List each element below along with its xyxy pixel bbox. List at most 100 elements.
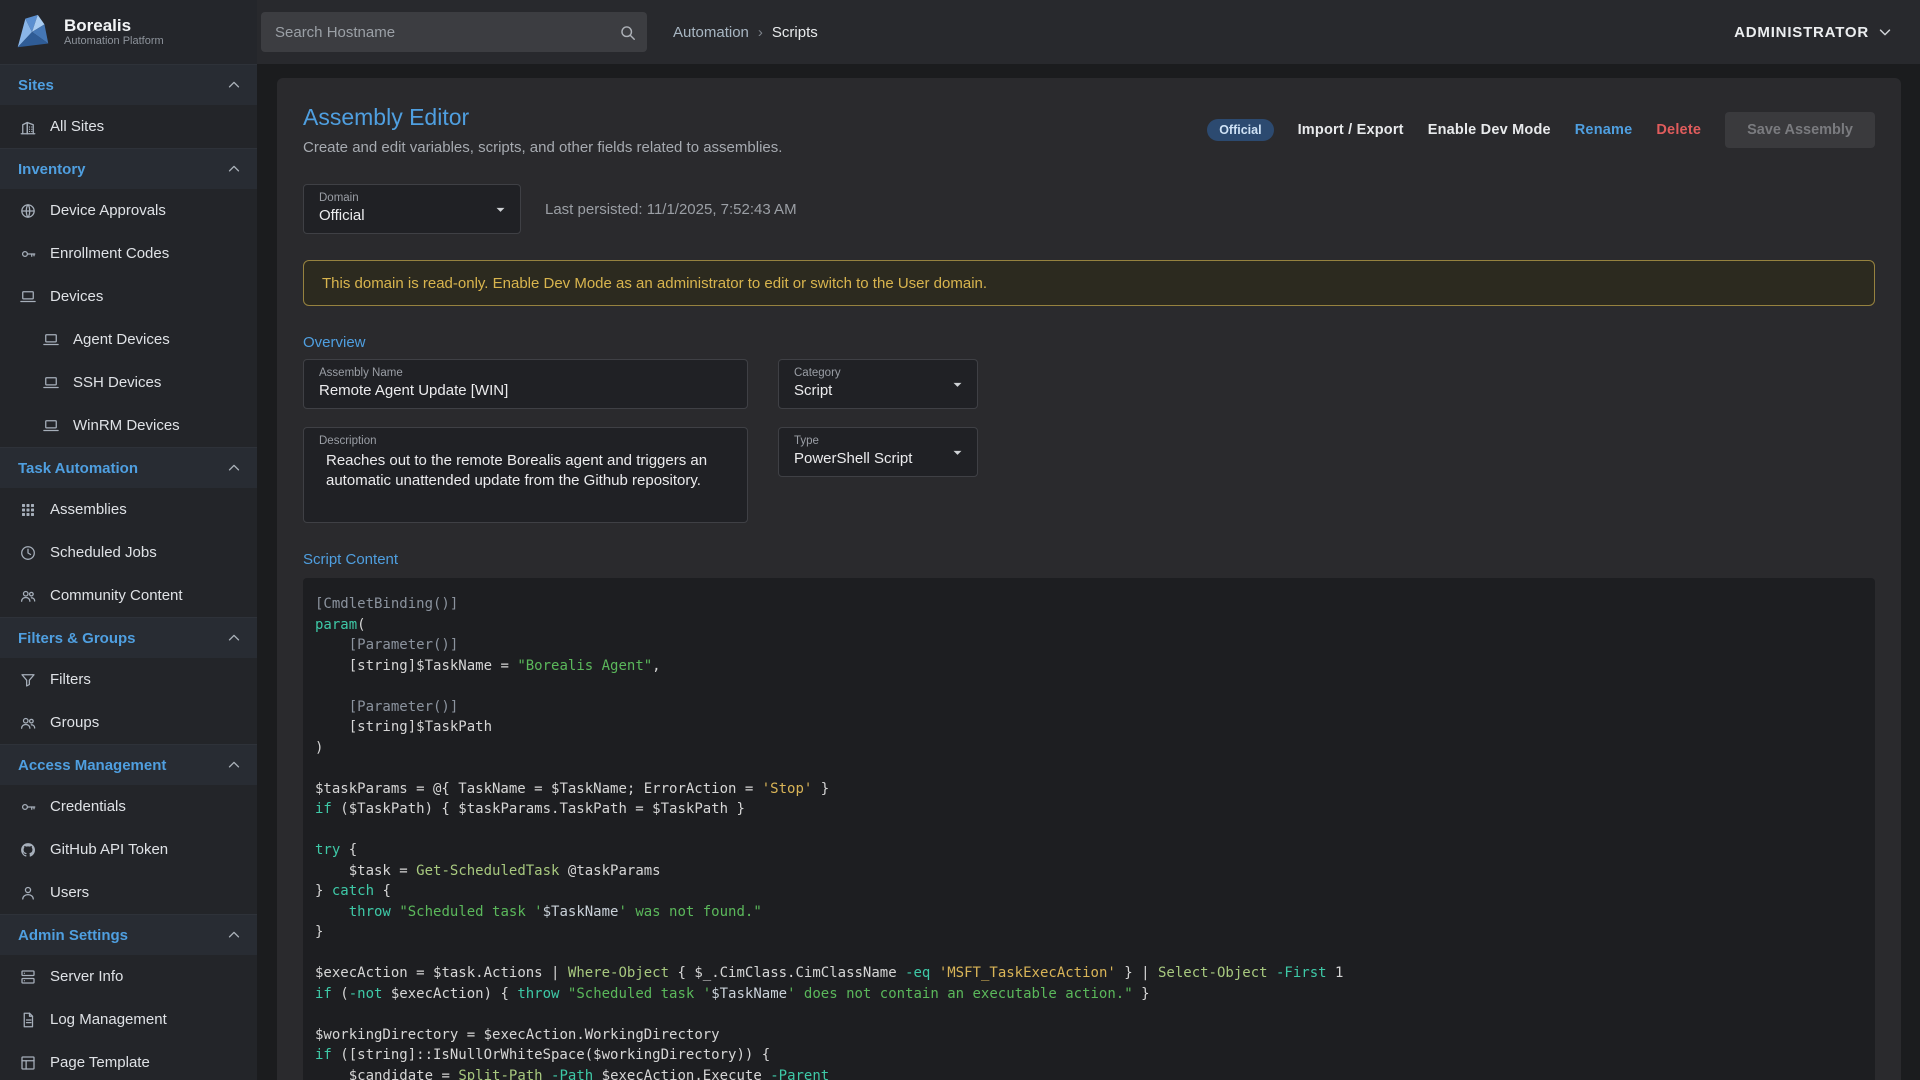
sidebar-section-label: Sites	[18, 77, 54, 94]
person-icon	[19, 884, 37, 902]
laptop-icon	[19, 288, 37, 306]
delete-button[interactable]: Delete	[1656, 122, 1701, 138]
sidebar-item-label: Users	[50, 884, 89, 901]
chevron-up-icon	[225, 926, 243, 944]
sidebar-section-label: Admin Settings	[18, 927, 128, 944]
topbar: Borealis Automation Platform Automation›…	[0, 0, 1920, 64]
sidebar-section-inventory[interactable]: Inventory	[0, 148, 257, 189]
code-line	[315, 943, 1859, 964]
laptop-icon	[42, 331, 60, 349]
sidebar-item-label: SSH Devices	[73, 374, 161, 391]
chevron-up-icon	[225, 629, 243, 647]
page-subtitle: Create and edit variables, scripts, and …	[303, 139, 782, 156]
sidebar-item-assemblies[interactable]: Assemblies	[0, 488, 257, 531]
sidebar-item-scheduled-jobs[interactable]: Scheduled Jobs	[0, 531, 257, 574]
search-icon[interactable]	[618, 23, 637, 42]
code-line: }	[315, 922, 1859, 943]
sidebar-item-enrollment-codes[interactable]: Enrollment Codes	[0, 232, 257, 275]
code-line: try {	[315, 840, 1859, 861]
sidebar-section-filters-groups[interactable]: Filters & Groups	[0, 617, 257, 658]
sidebar-item-groups[interactable]: Groups	[0, 701, 257, 744]
sidebar-item-filters[interactable]: Filters	[0, 658, 257, 701]
panel-header-text: Assembly Editor Create and edit variable…	[303, 104, 782, 156]
sidebar-item-all-sites[interactable]: All Sites	[0, 105, 257, 148]
sidebar-item-server-info[interactable]: Server Info	[0, 955, 257, 998]
code-line	[315, 758, 1859, 779]
rename-button[interactable]: Rename	[1575, 122, 1633, 138]
sidebar-item-label: Enrollment Codes	[50, 245, 169, 262]
chevron-up-icon	[225, 160, 243, 178]
import-export-button[interactable]: Import / Export	[1298, 122, 1404, 138]
breadcrumb: Automation›Scripts	[673, 24, 818, 41]
code-line: $execAction = $task.Actions | Where-Obje…	[315, 963, 1859, 984]
sidebar-item-winrm-devices[interactable]: WinRM Devices	[0, 404, 257, 447]
sidebar-section-sites[interactable]: Sites	[0, 64, 257, 105]
description-field[interactable]: Description Reaches out to the remote Bo…	[303, 427, 748, 523]
sidebar-item-page-template[interactable]: Page Template	[0, 1041, 257, 1080]
dropdown-arrow-icon	[491, 200, 510, 219]
sidebar-item-devices[interactable]: Devices	[0, 275, 257, 318]
script-content-heading: Script Content	[303, 551, 1875, 568]
code-line: $workingDirectory = $execAction.WorkingD…	[315, 1025, 1859, 1046]
save-assembly-button[interactable]: Save Assembly	[1725, 112, 1875, 148]
sidebar-item-ssh-devices[interactable]: SSH Devices	[0, 361, 257, 404]
search-input[interactable]	[275, 24, 618, 41]
domain-select[interactable]: Domain Official	[303, 184, 521, 234]
building-icon	[19, 118, 37, 136]
grid-icon	[19, 501, 37, 519]
key-icon	[19, 245, 37, 263]
sidebar-item-community-content[interactable]: Community Content	[0, 574, 257, 617]
enable-dev-mode-button[interactable]: Enable Dev Mode	[1428, 122, 1551, 138]
sidebar-item-credentials[interactable]: Credentials	[0, 785, 257, 828]
sidebar-section-label: Inventory	[18, 161, 86, 178]
people-icon	[19, 714, 37, 732]
log-icon	[19, 1011, 37, 1029]
sidebar-section-task-automation[interactable]: Task Automation	[0, 447, 257, 488]
domain-badge: Official	[1207, 119, 1273, 141]
overview-heading: Overview	[303, 334, 1875, 351]
sidebar-item-agent-devices[interactable]: Agent Devices	[0, 318, 257, 361]
github-icon	[19, 841, 37, 859]
sidebar-item-device-approvals[interactable]: Device Approvals	[0, 189, 257, 232]
assembly-name-value: Remote Agent Update [WIN]	[304, 379, 747, 408]
description-value: Reaches out to the remote Borealis agent…	[304, 447, 747, 501]
sidebar-item-users[interactable]: Users	[0, 871, 257, 914]
sidebar-item-label: Page Template	[50, 1054, 150, 1071]
domain-select-label: Domain	[304, 185, 520, 204]
panel-header: Assembly Editor Create and edit variable…	[303, 104, 1875, 156]
code-line: )	[315, 738, 1859, 759]
sidebar-section-admin-settings[interactable]: Admin Settings	[0, 914, 257, 955]
sidebar-section-access-management[interactable]: Access Management	[0, 744, 257, 785]
breadcrumb-item-automation[interactable]: Automation	[673, 24, 749, 41]
hostname-search[interactable]	[261, 12, 647, 52]
category-select[interactable]: Category Script	[778, 359, 978, 409]
sidebar-item-log-management[interactable]: Log Management	[0, 998, 257, 1041]
code-line: [string]$TaskName = "Borealis Agent",	[315, 656, 1859, 677]
globe-icon	[19, 202, 37, 220]
sidebar-item-label: Assemblies	[50, 501, 127, 518]
people-icon	[19, 587, 37, 605]
assembly-name-field[interactable]: Assembly Name Remote Agent Update [WIN]	[303, 359, 748, 409]
script-editor[interactable]: [CmdletBinding()]param( [Parameter()] [s…	[303, 578, 1875, 1080]
sidebar-item-label: Scheduled Jobs	[50, 544, 157, 561]
assembly-name-label: Assembly Name	[304, 360, 747, 379]
chevron-down-icon	[1876, 23, 1894, 41]
sidebar-item-label: Server Info	[50, 968, 123, 985]
code-line	[315, 820, 1859, 841]
user-menu[interactable]: ADMINISTRATOR	[1734, 23, 1894, 41]
code-line: if ($TaskPath) { $taskParams.TaskPath = …	[315, 799, 1859, 820]
code-line: [string]$TaskPath	[315, 717, 1859, 738]
type-select[interactable]: Type PowerShell Script	[778, 427, 978, 477]
sidebar: Sites All Sites Inventory Device Approvals E…	[0, 64, 257, 1080]
sidebar-section-label: Filters & Groups	[18, 630, 136, 647]
readonly-banner: This domain is read-only. Enable Dev Mod…	[303, 260, 1875, 306]
sidebar-item-github-api-token[interactable]: GitHub API Token	[0, 828, 257, 871]
chevron-up-icon	[225, 76, 243, 94]
description-label: Description	[304, 428, 747, 447]
brand[interactable]: Borealis Automation Platform	[0, 0, 257, 64]
sidebar-item-label: Agent Devices	[73, 331, 170, 348]
breadcrumb-item-scripts[interactable]: Scripts	[772, 24, 818, 41]
code-line: if ([string]::IsNullOrWhiteSpace($workin…	[315, 1045, 1859, 1066]
brand-name: Borealis	[64, 17, 164, 36]
sidebar-item-label: Device Approvals	[50, 202, 166, 219]
